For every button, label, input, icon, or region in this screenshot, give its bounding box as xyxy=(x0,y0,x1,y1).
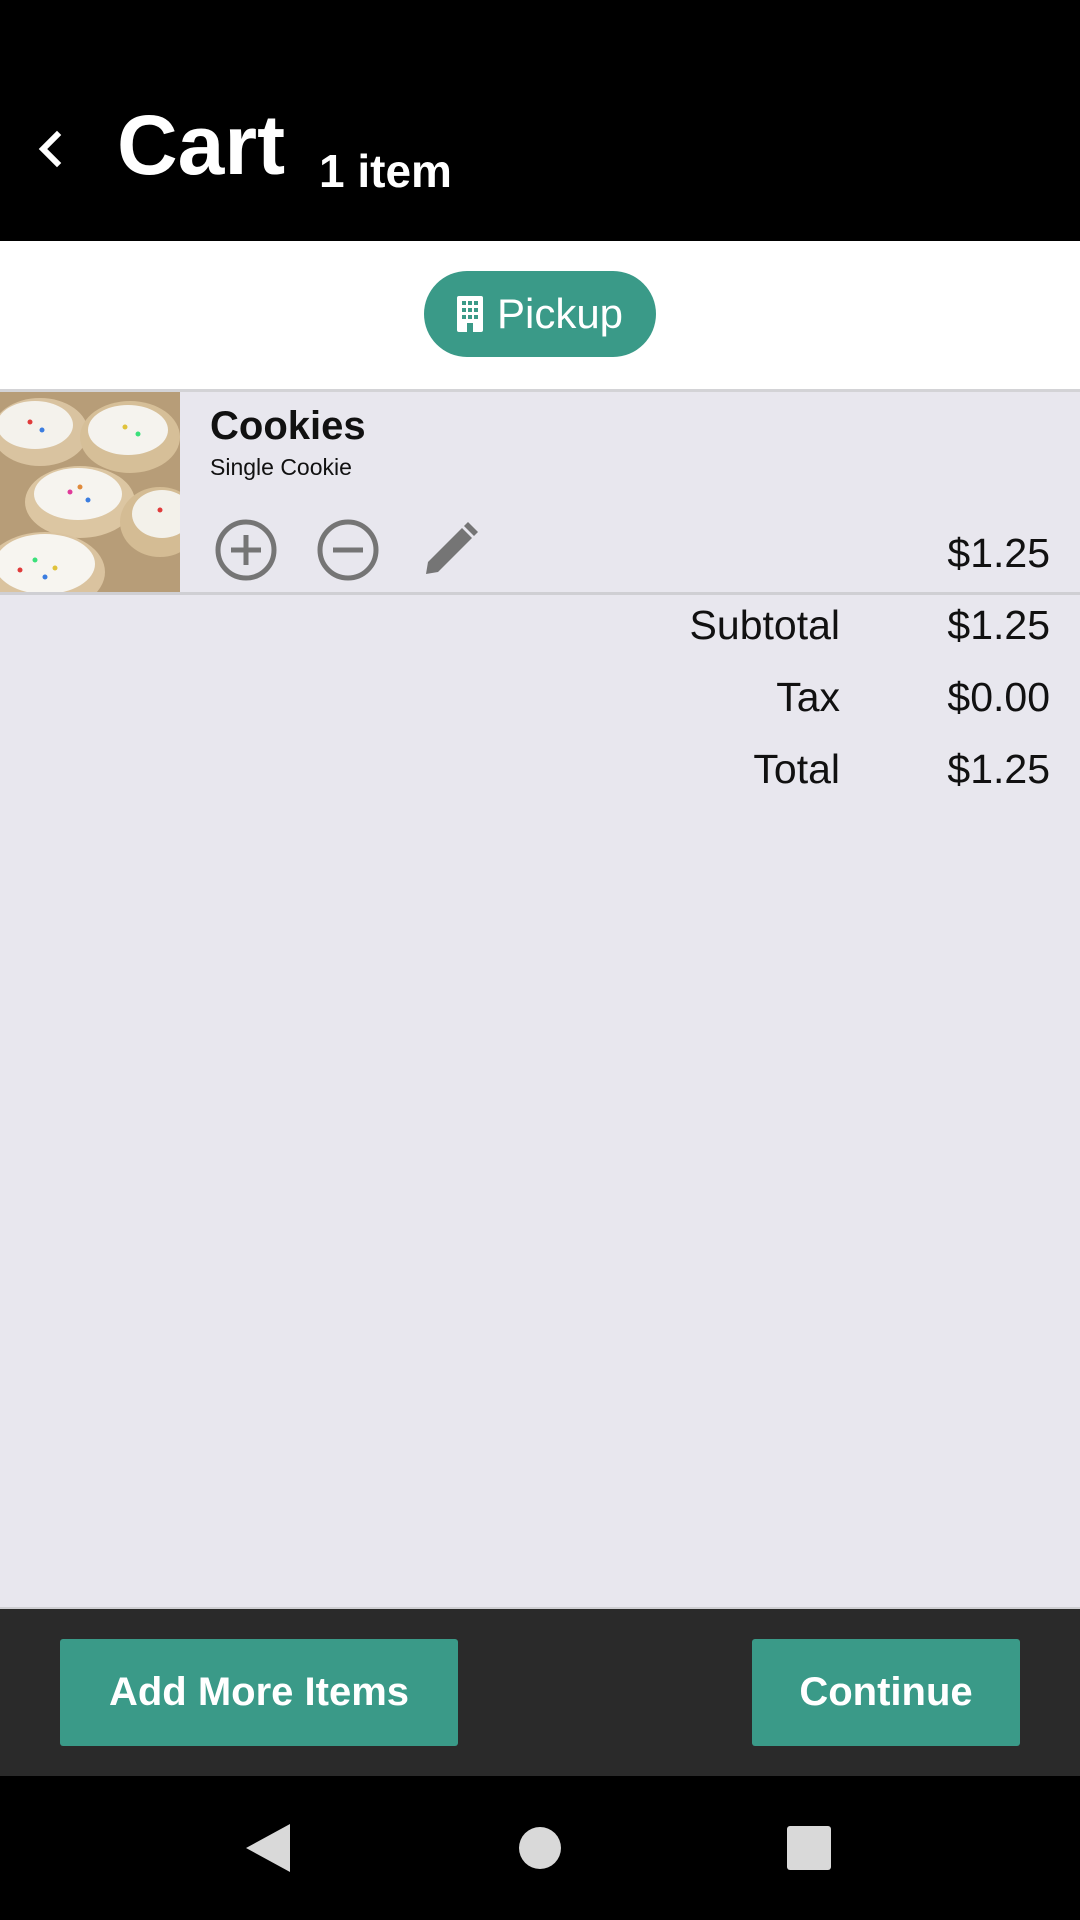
total-label: Total xyxy=(753,746,840,792)
status-bar xyxy=(0,0,1080,63)
item-option: Single Cookie xyxy=(210,454,352,480)
chevron-left-icon xyxy=(38,130,62,168)
back-button[interactable] xyxy=(20,118,82,180)
minus-circle-icon xyxy=(317,519,379,581)
tax-row: Tax $0.00 xyxy=(0,670,1080,742)
total-row: Total $1.25 xyxy=(0,742,1080,814)
order-totals: Subtotal $1.25 Tax $0.00 Total $1.25 xyxy=(0,598,1080,814)
item-image xyxy=(0,392,180,592)
total-value: $1.25 xyxy=(947,746,1050,792)
item-price: $1.25 xyxy=(947,530,1050,576)
pickup-button[interactable]: Pickup xyxy=(424,271,656,357)
decrease-quantity-button[interactable] xyxy=(312,514,384,586)
app-bar: Cart 1 item xyxy=(0,63,1080,241)
subtotal-row: Subtotal $1.25 xyxy=(0,598,1080,670)
plus-circle-icon xyxy=(215,519,277,581)
subtotal-value: $1.25 xyxy=(947,602,1050,648)
nav-recents-icon[interactable] xyxy=(786,1822,832,1874)
continue-button[interactable]: Continue xyxy=(752,1639,1020,1746)
building-icon xyxy=(456,296,483,332)
cart-item[interactable]: Cookies Single Cookie $1.25 xyxy=(0,392,1080,595)
system-nav-bar xyxy=(0,1776,1080,1920)
item-name: Cookies xyxy=(210,404,366,448)
page-title: Cart xyxy=(117,98,286,192)
bottom-action-bar: Add More Items Continue xyxy=(0,1607,1080,1777)
add-more-items-button[interactable]: Add More Items xyxy=(60,1639,458,1746)
increase-quantity-button[interactable] xyxy=(210,514,282,586)
nav-back-icon[interactable] xyxy=(244,1822,292,1874)
tax-value: $0.00 xyxy=(947,674,1050,720)
pencil-icon xyxy=(426,522,478,574)
edit-item-button[interactable] xyxy=(414,514,486,586)
nav-home-icon[interactable] xyxy=(518,1822,562,1874)
item-count: 1 item xyxy=(319,145,452,197)
tax-label: Tax xyxy=(776,674,840,720)
pickup-label: Pickup xyxy=(496,290,624,337)
order-mode-area: Pickup xyxy=(0,241,1080,392)
subtotal-label: Subtotal xyxy=(689,602,840,648)
